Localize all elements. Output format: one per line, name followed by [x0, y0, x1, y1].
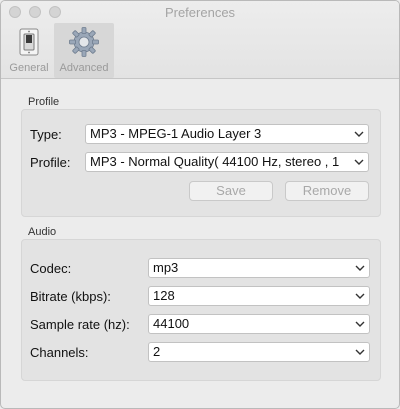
samplerate-select[interactable]: 44100	[148, 314, 370, 334]
preferences-window: Preferences General Advanced Profile Typ…	[0, 0, 400, 409]
codec-select[interactable]: mp3	[148, 258, 370, 278]
chevron-down-icon	[355, 293, 365, 299]
chevron-down-icon	[354, 131, 364, 137]
samplerate-select-value: 44100	[153, 316, 190, 331]
bitrate-select-value: 128	[153, 288, 175, 303]
gear-icon	[69, 27, 99, 57]
light-switch-icon	[19, 28, 39, 56]
audio-box: Codec: mp3 Bitrate (kbps): 128 Sample ra…	[21, 239, 381, 381]
profile-select-value: MP3 - Normal Quality( 44100 Hz, stereo ,…	[90, 154, 340, 169]
profile-label: Profile:	[30, 155, 71, 170]
bitrate-label: Bitrate (kbps):	[30, 289, 111, 304]
chevron-down-icon	[355, 321, 365, 327]
tab-advanced[interactable]: Advanced	[54, 23, 114, 78]
profile-section-label: Profile	[28, 96, 60, 108]
type-select[interactable]: MP3 - MPEG-1 Audio Layer 3	[85, 124, 369, 144]
tab-general[interactable]: General	[6, 23, 52, 78]
codec-label: Codec:	[30, 261, 72, 276]
type-select-value: MP3 - MPEG-1 Audio Layer 3	[90, 126, 262, 141]
channels-select[interactable]: 2	[148, 342, 370, 362]
bitrate-select[interactable]: 128	[148, 286, 370, 306]
channels-select-value: 2	[153, 344, 161, 359]
tab-general-label: General	[9, 62, 49, 74]
channels-label: Channels:	[30, 345, 89, 360]
profile-box: Type: MP3 - MPEG-1 Audio Layer 3 Profile…	[21, 109, 381, 217]
audio-section-label: Audio	[28, 226, 57, 238]
codec-select-value: mp3	[153, 260, 179, 275]
chevron-down-icon	[355, 265, 365, 271]
chevron-down-icon	[354, 158, 364, 166]
profile-select[interactable]: MP3 - Normal Quality( 44100 Hz, stereo ,…	[85, 152, 369, 172]
samplerate-label: Sample rate (hz):	[30, 317, 130, 332]
tab-advanced-label: Advanced	[59, 62, 109, 74]
save-button[interactable]: Save	[189, 181, 273, 201]
titlebar: Preferences General Advanced	[1, 1, 399, 79]
remove-button[interactable]: Remove	[285, 181, 369, 201]
type-label: Type:	[30, 127, 62, 142]
chevron-down-icon	[355, 349, 365, 355]
window-title: Preferences	[164, 5, 236, 20]
